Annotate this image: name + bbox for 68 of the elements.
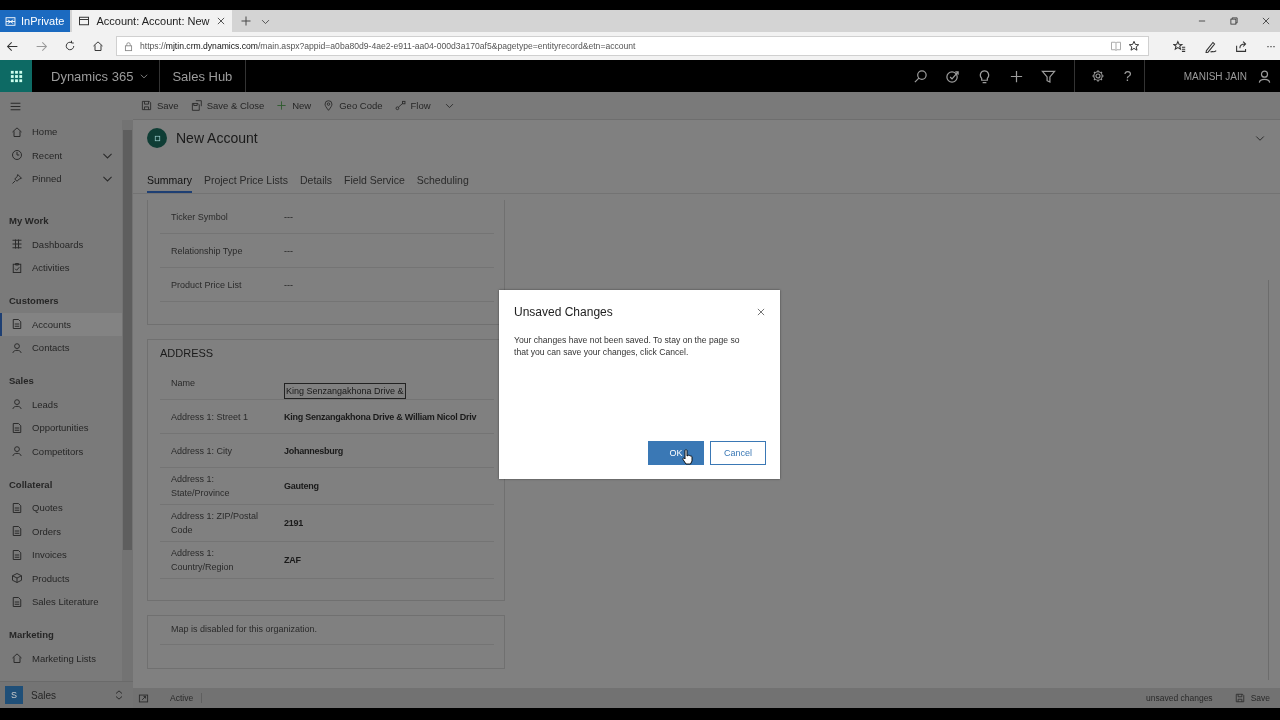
address-field[interactable]: https://mjtin.crm.dynamics.com/main.aspx?appid=a0ba80d9-4ae2-e911-aa04-000d3a170af5&pagetype=entityrecord&etn=account (116, 36, 1149, 56)
nav-item[interactable]: Leads (0, 392, 122, 416)
form-tab[interactable]: Summary (147, 169, 192, 193)
field-value: --- (284, 279, 293, 290)
nav-item[interactable]: Recent (0, 143, 122, 167)
field-label: Address 1: ZIP/Postal Code (170, 510, 260, 537)
nav-item[interactable]: Competitors (0, 439, 122, 463)
field-value: --- (284, 211, 293, 222)
nav-item[interactable]: Opportunities (0, 416, 122, 440)
section-title: ADDRESS (160, 346, 215, 361)
nav-item[interactable]: Sales Literature (0, 590, 122, 614)
field-label: Relationship Type (170, 244, 244, 258)
more-button[interactable]: ··· (1266, 39, 1275, 53)
field-label: Address 1: State/Province (170, 473, 231, 500)
nav-item[interactable]: Products (0, 566, 122, 590)
section-heading: Collateral (8, 477, 54, 492)
form-tab[interactable]: Field Service (344, 169, 405, 193)
nav-item[interactable]: Home (0, 120, 122, 144)
unsaved-changes-text: unsaved changes (1146, 693, 1213, 703)
field-value: --- (284, 245, 293, 256)
form-tab[interactable]: Details (299, 169, 333, 193)
nav-item[interactable]: Contacts (0, 336, 122, 360)
save-button[interactable]: Save (1234, 693, 1270, 703)
nav-item[interactable]: Pinned (0, 167, 122, 191)
section-heading: Customers (8, 294, 60, 308)
form-tab[interactable]: Project Price Lists (203, 169, 288, 193)
nav-item[interactable]: Marketing Lists (0, 646, 122, 670)
command-button[interactable]: Geo Code (323, 94, 383, 117)
private-badge: InPrivate (0, 10, 71, 32)
nav-item[interactable]: Accounts (0, 312, 122, 336)
nav-item[interactable]: Invoices (0, 543, 122, 567)
section-heading: Marketing (8, 628, 55, 642)
dialog-button[interactable]: OK (648, 441, 704, 465)
info-message: Map is disabled for this organization. (160, 616, 494, 645)
status-text: Active (170, 693, 203, 703)
help-button[interactable]: ? (1123, 68, 1132, 84)
dialog-title: Unsaved Changes (514, 305, 613, 319)
command-button[interactable]: Save (141, 94, 179, 117)
section-heading: Sales (8, 374, 35, 388)
command-button[interactable]: Flow (394, 94, 455, 117)
field-value: 2191 (284, 518, 304, 528)
field-value: ZAF (284, 555, 301, 565)
nav-item[interactable]: Dashboards (0, 232, 122, 256)
field-label: Name (170, 376, 196, 390)
browser-tab[interactable]: Account: Account: New (72, 10, 232, 32)
field-value: King Senzangakhona Drive & William Nicol Driv (284, 411, 477, 422)
url-text: https://mjtin.crm.dynamics.com/main.aspx?appid=a0ba80d9-4ae2-e911-aa04-000d3a170af5&pagetype=entityrecord&etn=account (140, 41, 637, 51)
dialog-message: Your changes have not been saved. To stay on the page so that you can save your changes, click Cancel. (514, 334, 741, 359)
input-field[interactable]: King Senzangakhona Drive & (284, 382, 406, 399)
area-switcher[interactable]: S Sales (0, 681, 133, 708)
record-title: New Account (176, 130, 259, 146)
user-name: MANISH JAIN (1183, 70, 1247, 82)
field-label: Ticker Symbol (170, 210, 229, 224)
nav-item[interactable]: Quotes (0, 496, 122, 520)
field-value: Gauteng (284, 481, 319, 491)
field-value: Johannesburg (284, 445, 343, 456)
command-button[interactable]: Save & Close (190, 94, 265, 117)
command-button[interactable]: New (276, 94, 312, 117)
field-label: Product Price List (170, 278, 243, 292)
section-heading: My Work (8, 214, 50, 228)
nav-item[interactable]: Activities (0, 256, 122, 280)
field-label: Address 1: Country/Region (170, 547, 235, 574)
field-label: Address 1: City (170, 444, 234, 458)
area-badge: S (5, 686, 23, 704)
field-label: Address 1: Street 1 (170, 410, 250, 424)
dialog-button[interactable]: Cancel (710, 441, 766, 465)
form-tab[interactable]: Scheduling (416, 169, 469, 193)
nav-item[interactable]: Orders (0, 519, 122, 543)
